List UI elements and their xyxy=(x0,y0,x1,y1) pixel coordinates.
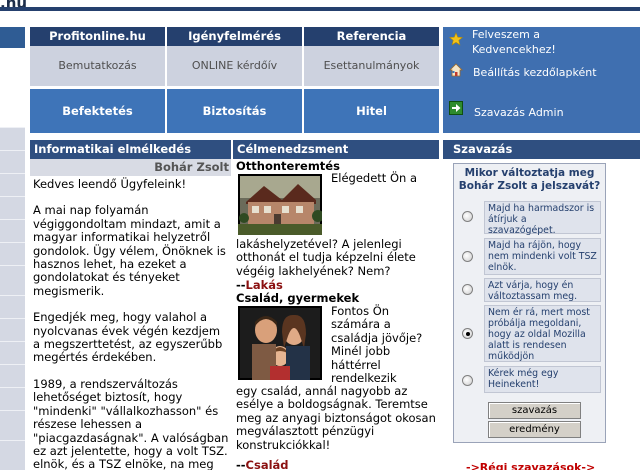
tab-hitel[interactable]: Hitel xyxy=(304,89,439,133)
vote-option-radio[interactable] xyxy=(462,251,473,262)
vote-results-button[interactable]: eredmény xyxy=(488,421,581,438)
login-arrow-icon xyxy=(449,101,463,115)
info-article-text: Kedves leendő Ügyfeleink! A mai nap foly… xyxy=(33,177,229,470)
tab-igenyfelmeres[interactable]: Igényfelmérés xyxy=(167,27,302,46)
csalad-text: egy család, annál nagyobb az esélye a bo… xyxy=(236,384,436,452)
left-nav-item[interactable] xyxy=(0,265,25,295)
set-homepage-link[interactable]: Beállítás kezdőlapként xyxy=(473,65,597,81)
left-nav-item[interactable] xyxy=(0,219,25,242)
quick-links-panel: Felveszem a Kedvencekhez! Beállítás kezd… xyxy=(443,27,640,133)
vote-option-radio[interactable] xyxy=(462,284,473,295)
lakas-link-label[interactable]: Lakás xyxy=(246,278,283,292)
article-paragraph: 1989, a rendszerváltozás lehetőséget biz… xyxy=(33,376,229,470)
vote-section-title: Szavazás xyxy=(443,140,640,159)
vote-option-radio[interactable] xyxy=(462,211,473,222)
csalad-text-side: Fontos Ön számára a családja jövője? Min… xyxy=(331,304,423,386)
otthonteremtes-title: Otthonteremtés xyxy=(236,159,340,173)
info-section-title: Informatikai elmélkedés xyxy=(30,140,231,159)
csalad-link[interactable]: --Család xyxy=(236,458,289,470)
subtab-bemutatkozas[interactable]: Bemutatkozás xyxy=(30,46,165,86)
add-favorite-link-line2[interactable]: Kedvencekhez! xyxy=(472,42,556,58)
vote-submit-button[interactable]: szavazás xyxy=(488,402,581,419)
left-nav-header xyxy=(0,27,25,48)
left-nav-item[interactable] xyxy=(0,242,25,265)
tab-biztositas[interactable]: Biztosítás xyxy=(167,89,302,133)
subtab-online-kerdoiv[interactable]: ONLINE kérdőív xyxy=(167,46,302,86)
add-favorite-link-line1[interactable]: Felveszem a xyxy=(472,27,540,43)
top-divider xyxy=(0,7,640,11)
csalad-link-label[interactable]: Család xyxy=(246,458,289,470)
csalad-title: Család, gyermekek xyxy=(236,291,360,305)
vote-option-radio[interactable] xyxy=(462,375,473,386)
home-icon xyxy=(449,63,463,77)
vote-option-label[interactable]: Majd ha rájön, hogy nem mindenki volt TS… xyxy=(484,238,601,275)
vote-option-label[interactable]: Nem ér rá, mert most próbálja megoldani,… xyxy=(484,305,601,362)
article-paragraph: Kedves leendő Ügyfeleink! xyxy=(33,177,187,191)
family-photo xyxy=(238,306,322,380)
left-nav-item[interactable] xyxy=(0,196,25,219)
celmenedzsment-section-title: Célmenedzsment xyxy=(233,140,439,159)
left-nav-item[interactable] xyxy=(0,295,25,318)
lakas-link[interactable]: --Lakás xyxy=(236,278,283,292)
vote-admin-link[interactable]: Szavazás Admin xyxy=(474,105,564,121)
author-name: Bohár Zsolt xyxy=(30,159,231,176)
vote-option-radio-selected[interactable] xyxy=(462,328,473,339)
vote-option-label[interactable]: Azt várja, hogy én változtassam meg. xyxy=(484,278,601,302)
left-nav-item[interactable] xyxy=(0,364,25,387)
vote-option-label[interactable]: Kérek még egy Heinekent! xyxy=(484,366,601,393)
left-nav-item[interactable] xyxy=(0,318,25,341)
star-icon xyxy=(449,32,463,46)
left-nav-item[interactable] xyxy=(0,127,25,150)
left-nav-item[interactable] xyxy=(0,387,25,410)
otthonteremtes-text-side: Elégedett Ön a xyxy=(331,171,418,185)
article-paragraph: Engedjék meg, hogy valahol a nyolcvanas … xyxy=(33,310,223,365)
left-nav-item[interactable] xyxy=(0,410,25,440)
left-nav-item[interactable] xyxy=(0,341,25,364)
link-prefix: -- xyxy=(236,458,246,470)
link-prefix: -- xyxy=(236,278,246,292)
otthonteremtes-text: lakáshelyzetével? A jelenlegi otthonát e… xyxy=(236,237,416,278)
left-nav-strip xyxy=(0,27,25,470)
left-nav-item[interactable] xyxy=(0,173,25,196)
vote-option-label[interactable]: Majd ha harmadszor is átírjuk a szavazóg… xyxy=(484,201,601,236)
article-paragraph: A mai nap folyamán végiggondoltam mindaz… xyxy=(33,203,226,298)
vote-question: Mikor változtatja meg Bohár Zsolt a jels… xyxy=(458,167,601,192)
tab-befektetes[interactable]: Befektetés xyxy=(30,89,165,133)
tab-profitonline[interactable]: Profitonline.hu xyxy=(30,27,165,46)
tab-referencia[interactable]: Referencia xyxy=(304,27,439,46)
left-nav-item[interactable] xyxy=(0,150,25,173)
left-nav-item[interactable] xyxy=(0,440,25,470)
subtab-esettanulmanyok[interactable]: Esettanulmányok xyxy=(304,46,439,86)
house-photo xyxy=(238,174,322,235)
old-polls-link[interactable]: ->Régi szavazások-> xyxy=(466,461,595,470)
